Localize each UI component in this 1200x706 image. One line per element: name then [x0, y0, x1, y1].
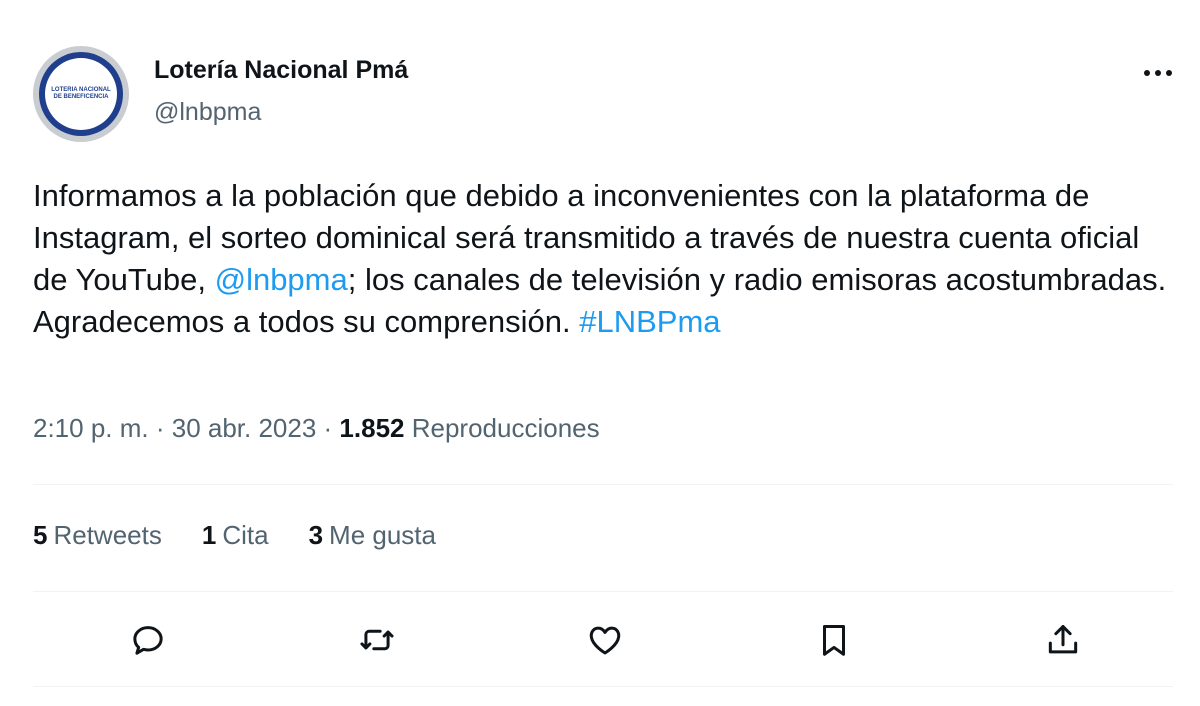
more-horizontal-icon — [1144, 70, 1172, 76]
bookmark-icon — [822, 625, 846, 656]
divider — [33, 591, 1173, 592]
avatar-ring: LOTERIA NACIONAL DE BENEFICENCIA — [39, 52, 123, 136]
reply-button[interactable] — [126, 618, 170, 662]
avatar-logo-text: LOTERIA NACIONAL DE BENEFICENCIA — [51, 87, 111, 100]
meta-separator: · — [148, 413, 172, 443]
retweet-button[interactable] — [355, 618, 399, 662]
meta-separator: · — [316, 413, 340, 443]
more-options-button[interactable] — [1136, 56, 1180, 90]
share-button[interactable] — [1041, 618, 1085, 662]
views-label: Reproducciones — [411, 413, 600, 443]
engagement-stats: 5 Retweets 1 Cita 3 Me gusta — [33, 520, 476, 551]
divider — [33, 686, 1173, 687]
bookmark-button[interactable] — [812, 618, 856, 662]
retweet-icon — [360, 629, 394, 651]
likes-stat[interactable]: 3 Me gusta — [309, 520, 436, 551]
share-icon — [1048, 625, 1078, 654]
divider — [33, 484, 1173, 485]
tweet-meta: 2:10 p. m. · 30 abr. 2023 · 1.852 Reprod… — [33, 413, 600, 444]
tweet-text: Informamos a la población que debido a i… — [33, 175, 1173, 343]
retweets-stat[interactable]: 5 Retweets — [33, 520, 162, 551]
quotes-label: Cita — [222, 520, 269, 550]
reply-icon — [133, 626, 163, 655]
hashtag-link[interactable]: #LNBPma — [579, 304, 720, 339]
heart-icon — [589, 626, 621, 655]
views-count: 1.852 — [339, 413, 405, 443]
quotes-count: 1 — [201, 520, 217, 550]
retweets-label: Retweets — [53, 520, 162, 550]
author-handle[interactable]: @lnbpma — [154, 98, 261, 127]
mention-link[interactable]: @lnbpma — [215, 262, 348, 297]
tweet-card: LOTERIA NACIONAL DE BENEFICENCIA Lotería… — [0, 0, 1200, 706]
avatar[interactable]: LOTERIA NACIONAL DE BENEFICENCIA — [33, 46, 129, 142]
likes-count: 3 — [308, 520, 324, 550]
likes-label: Me gusta — [329, 520, 436, 550]
author-display-name[interactable]: Lotería Nacional Pmá — [154, 56, 408, 85]
avatar-logo: LOTERIA NACIONAL DE BENEFICENCIA — [45, 58, 117, 130]
like-button[interactable] — [583, 618, 627, 662]
tweet-date[interactable]: 30 abr. 2023 — [172, 413, 317, 443]
retweets-count: 5 — [33, 520, 48, 550]
quotes-stat[interactable]: 1 Cita — [202, 520, 269, 551]
tweet-time[interactable]: 2:10 p. m. — [33, 413, 149, 443]
